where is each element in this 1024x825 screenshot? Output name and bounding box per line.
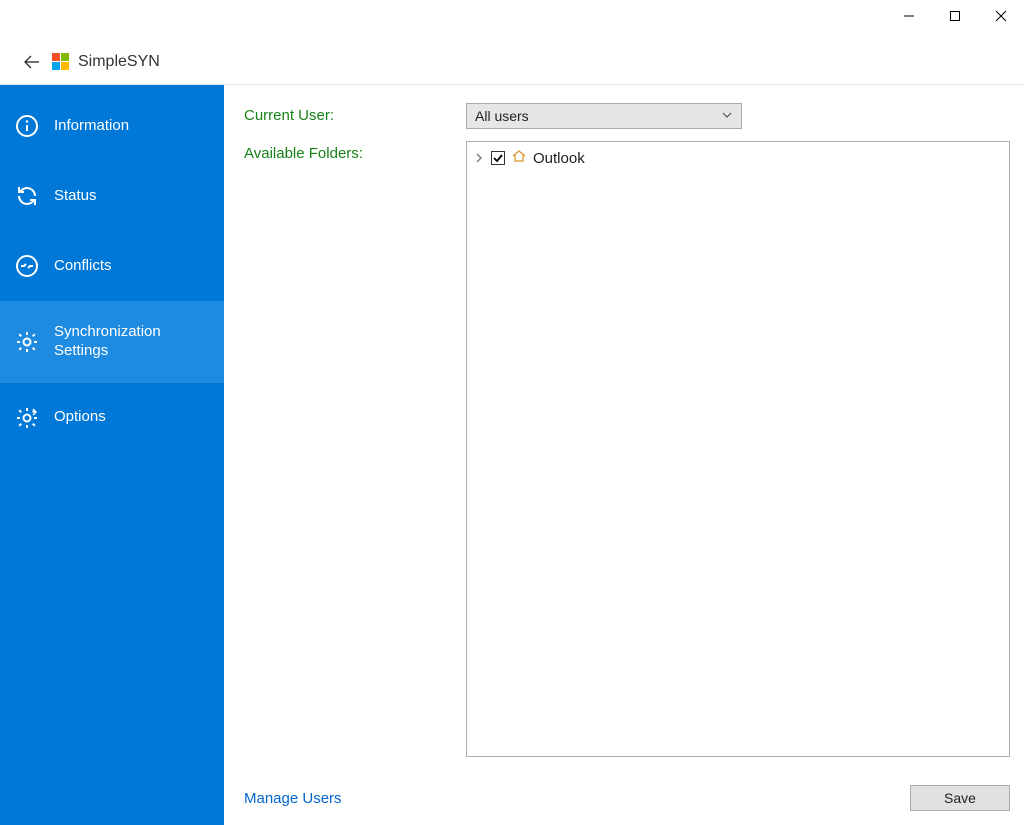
sidebar-item-label: Options — [54, 408, 210, 427]
footer-row: Manage Users Save — [244, 785, 1010, 811]
app-title: SimpleSYN — [78, 53, 160, 71]
header-bar: SimpleSYN — [0, 40, 1024, 84]
sidebar-item-conflicts[interactable]: Conflicts — [0, 231, 224, 301]
sidebar-item-label: Conflicts — [54, 257, 210, 276]
app-window: SimpleSYN Information Status Conf — [0, 0, 1024, 825]
tree-checkbox[interactable] — [491, 151, 505, 165]
sidebar-item-label: Status — [54, 187, 210, 206]
conflicts-icon — [14, 253, 40, 279]
home-icon — [511, 148, 527, 168]
available-folders-label: Available Folders: — [244, 141, 466, 162]
sidebar: Information Status Conflicts Synchroniza… — [0, 85, 224, 825]
save-button[interactable]: Save — [910, 785, 1010, 811]
sidebar-item-label: Synchronization Settings — [54, 323, 210, 361]
sidebar-item-status[interactable]: Status — [0, 161, 224, 231]
options-icon — [14, 405, 40, 431]
maximize-button[interactable] — [932, 0, 978, 32]
info-icon — [14, 113, 40, 139]
main-content: Current User: All users Available Folder… — [224, 85, 1024, 825]
app-logo-icon — [52, 53, 70, 71]
minimize-button[interactable] — [886, 0, 932, 32]
body: Information Status Conflicts Synchroniza… — [0, 85, 1024, 825]
current-user-value: All users — [475, 108, 529, 124]
folders-tree[interactable]: Outlook — [466, 141, 1010, 757]
refresh-icon — [14, 183, 40, 209]
current-user-row: Current User: All users — [244, 103, 1010, 129]
sidebar-item-options[interactable]: Options — [0, 383, 224, 453]
back-button[interactable] — [18, 48, 46, 76]
sidebar-item-information[interactable]: Information — [0, 91, 224, 161]
sidebar-item-sync-settings[interactable]: Synchronization Settings — [0, 301, 224, 383]
manage-users-link[interactable]: Manage Users — [244, 790, 342, 807]
available-folders-row: Available Folders: — [244, 141, 1010, 759]
current-user-label: Current User: — [244, 103, 466, 124]
chevron-down-icon — [721, 108, 733, 124]
sidebar-item-label: Information — [54, 117, 210, 136]
tree-item-outlook[interactable]: Outlook — [473, 148, 1003, 168]
gear-icon — [14, 329, 40, 355]
current-user-select[interactable]: All users — [466, 103, 742, 129]
expand-toggle[interactable] — [473, 153, 485, 163]
window-controls — [886, 0, 1024, 32]
tree-item-label: Outlook — [533, 150, 585, 167]
close-button[interactable] — [978, 0, 1024, 32]
